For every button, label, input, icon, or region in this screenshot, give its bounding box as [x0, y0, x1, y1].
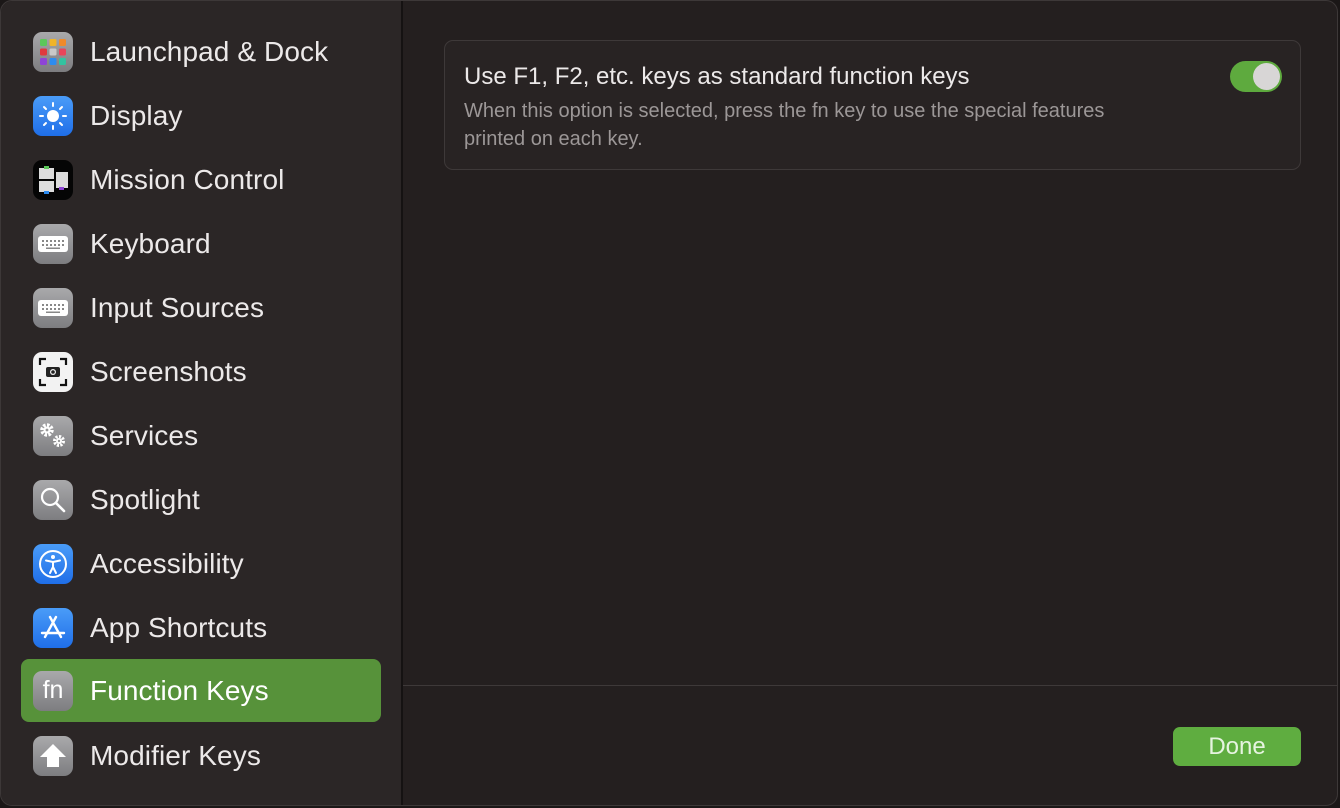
keyboard-icon: [33, 223, 73, 264]
done-button[interactable]: Done: [1173, 727, 1301, 766]
sidebar-item-label: Launchpad & Dock: [90, 35, 329, 67]
sidebar-item-label: App Shortcuts: [90, 611, 268, 643]
sidebar-item-label: Services: [90, 419, 199, 451]
keyboard-icon: [33, 287, 73, 328]
mission-control-icon: [33, 159, 73, 200]
sidebar-item-label: Screenshots: [90, 355, 247, 387]
app-store-icon: [33, 607, 73, 648]
fn-icon: fn: [33, 670, 73, 711]
fn-glyph: fn: [42, 676, 64, 704]
sidebar-item-spotlight[interactable]: Spotlight: [21, 468, 381, 531]
sidebar-item-label: Display: [90, 99, 183, 131]
sidebar-item-label: Accessibility: [90, 547, 244, 579]
sidebar-item-modifier-keys[interactable]: Modifier Keys: [21, 724, 381, 787]
magnifier-icon: [33, 479, 73, 520]
toggle-knob: [1253, 63, 1280, 90]
option-title: Use F1, F2, etc. keys as standard functi…: [464, 63, 970, 90]
sidebar-item-function-keys[interactable]: fn Function Keys: [21, 659, 381, 722]
sidebar-item-services[interactable]: Services: [21, 404, 381, 467]
standard-function-keys-toggle[interactable]: [1230, 61, 1282, 92]
sidebar-item-screenshots[interactable]: Screenshots: [21, 340, 381, 403]
gears-icon: [33, 415, 73, 456]
sidebar-item-accessibility[interactable]: Accessibility: [21, 532, 381, 595]
divider: [403, 685, 1337, 686]
sidebar-item-app-shortcuts[interactable]: App Shortcuts: [21, 596, 381, 659]
function-keys-option-card: Use F1, F2, etc. keys as standard functi…: [444, 40, 1301, 170]
sidebar-item-label: Keyboard: [90, 227, 211, 259]
sidebar-item-label: Modifier Keys: [90, 739, 261, 771]
sidebar-item-mission-control[interactable]: Mission Control: [21, 148, 381, 211]
accessibility-icon: [33, 543, 73, 584]
sidebar-item-display[interactable]: Display: [21, 84, 381, 147]
sidebar-item-label: Input Sources: [90, 291, 265, 323]
display-brightness-icon: [33, 95, 73, 136]
shift-arrow-icon: [33, 735, 73, 776]
keyboard-settings-window: Launchpad & Dock Display Mission Control…: [0, 0, 1338, 806]
launchpad-icon: [33, 31, 73, 72]
sidebar-item-label: Mission Control: [90, 163, 285, 195]
option-description: When this option is selected, press the …: [464, 100, 1105, 150]
sidebar-item-label: Function Keys: [90, 674, 269, 706]
sidebar-item-input-sources[interactable]: Input Sources: [21, 276, 381, 339]
sidebar: Launchpad & Dock Display Mission Control…: [1, 1, 403, 805]
sidebar-item-label: Spotlight: [90, 483, 200, 515]
sidebar-item-launchpad-dock[interactable]: Launchpad & Dock: [21, 20, 381, 83]
sidebar-item-keyboard[interactable]: Keyboard: [21, 212, 381, 275]
screenshot-camera-icon: [33, 351, 73, 392]
